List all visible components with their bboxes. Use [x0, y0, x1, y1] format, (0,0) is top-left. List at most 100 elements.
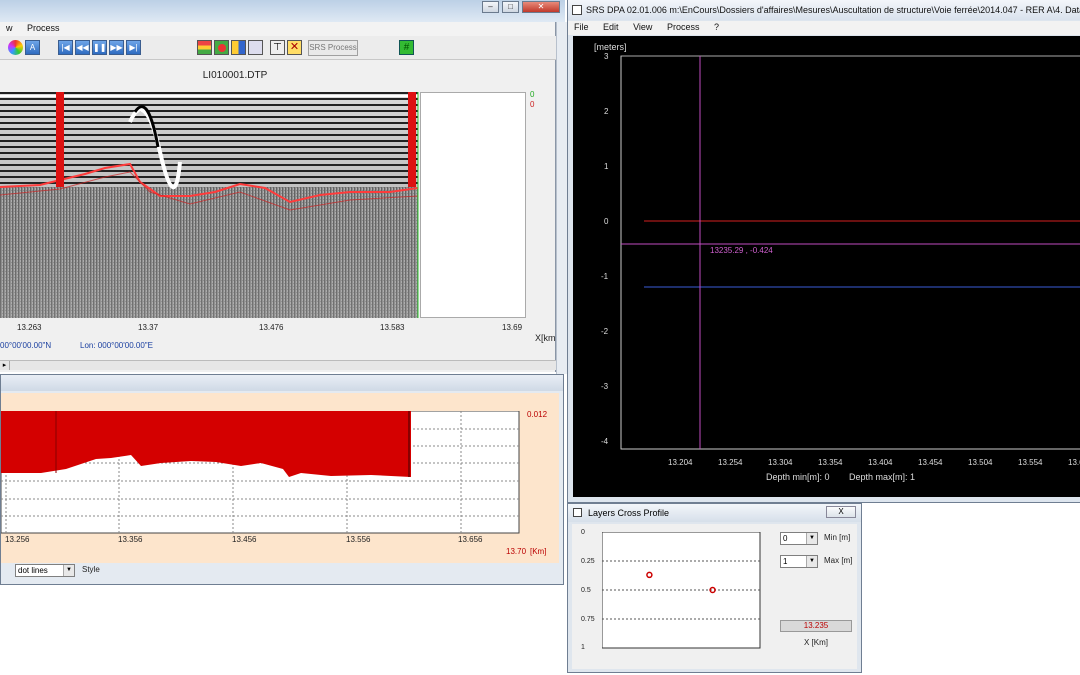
y-tick: 2 — [604, 107, 609, 116]
y-tick: 3 — [604, 52, 609, 61]
close-button[interactable]: ✕ — [522, 1, 560, 13]
dpa-titlebar: SRS DPA 02.01.006 m:\EnCours\Dossiers d'… — [568, 0, 1080, 20]
x-tick: 13.69 — [502, 323, 523, 332]
scale-bottom: 0 — [530, 100, 535, 109]
cross-profile-window: Layers Cross Profile X 0 0.25 0.5 0.75 1… — [567, 503, 862, 673]
last-frame-icon[interactable]: ▶| — [126, 40, 141, 55]
x-position-label: X [Km] — [804, 638, 829, 647]
x-tick: 13.6 — [1068, 458, 1080, 467]
menu-view[interactable]: w — [0, 22, 19, 33]
marker-icon[interactable]: ⊤ — [270, 40, 285, 55]
window-icon — [573, 508, 582, 517]
cursor-readout: 13235.29 , -0.424 — [710, 246, 773, 255]
radargram-toolbar: A |◀ ◀◀ ❚❚ ▶▶ ▶| ⊤ ✕ SRS Process # — [0, 36, 556, 60]
ruler-icon[interactable] — [248, 40, 263, 55]
x-tick: 13.454 — [918, 458, 943, 467]
chevron-down-icon: ▼ — [806, 556, 817, 567]
depth-max-readout: Depth max[m]: 1 — [849, 472, 916, 482]
layer-x-tick: 13.256 — [5, 535, 30, 544]
menu-process[interactable]: Process — [21, 22, 66, 33]
map-icon[interactable] — [214, 40, 229, 55]
radargram-empty-area — [420, 92, 526, 318]
depth-min-readout: Depth min[m]: 0 — [766, 472, 830, 482]
layer-x-tick: 13.656 — [458, 535, 483, 544]
maximize-button[interactable]: □ — [502, 1, 519, 13]
x-tick: 13.583 — [380, 323, 405, 332]
x-tick: 13.476 — [259, 323, 284, 332]
style-select[interactable]: dot lines ▼ — [15, 564, 75, 577]
cross-profile-titlebar: Layers Cross Profile X — [568, 504, 861, 522]
cross-profile-title: Layers Cross Profile — [588, 508, 670, 518]
chevron-down-icon: ▼ — [63, 565, 74, 576]
x-tick: 13.304 — [768, 458, 793, 467]
horizontal-scrollbar[interactable]: ▸ — [0, 360, 556, 370]
x-tick: 13.504 — [968, 458, 993, 467]
layer-x-tick: 13.456 — [232, 535, 257, 544]
layer-profile-window: 0.012 13.256 13.356 13.456 13.556 13.656… — [0, 374, 564, 585]
cp-y-tick: 0.5 — [581, 587, 591, 594]
radargram-window: w Process A |◀ ◀◀ ❚❚ ▶▶ ▶| ⊤ ✕ SRS Proce… — [0, 22, 556, 372]
layer-value-label: 0.012 — [527, 410, 548, 419]
x-position-readout: 13.235 — [780, 620, 852, 632]
scroll-right-arrow-icon[interactable]: ▸ — [0, 361, 10, 370]
cross-profile-close-button[interactable]: X — [826, 506, 856, 518]
dpa-title: SRS DPA 02.01.006 m:\EnCours\Dossiers d'… — [586, 5, 1080, 15]
radargram-menubar: w Process — [0, 22, 555, 36]
first-frame-icon[interactable]: |◀ — [58, 40, 73, 55]
pause-icon[interactable]: ❚❚ — [92, 40, 107, 55]
app-icon — [572, 5, 582, 15]
min-select[interactable]: 0 ▼ — [780, 532, 818, 545]
layer-profile-titlebar — [1, 375, 563, 391]
x-tick: 13.554 — [1018, 458, 1043, 467]
menu-view[interactable]: View — [627, 21, 658, 32]
y-tick: 0 — [604, 217, 609, 226]
menu-edit[interactable]: Edit — [597, 21, 625, 32]
y-tick: -1 — [601, 272, 609, 281]
cp-y-tick: 0 — [581, 529, 585, 536]
max-select[interactable]: 1 ▼ — [780, 555, 818, 568]
cp-y-tick: 0.75 — [581, 616, 595, 623]
layer-x-tick: 13.556 — [346, 535, 371, 544]
x-tick: 13.254 — [718, 458, 743, 467]
dpa-menubar: File Edit View Process ? — [568, 21, 1080, 35]
x-tick: 13.404 — [868, 458, 893, 467]
rewind-icon[interactable]: ◀◀ — [75, 40, 90, 55]
y-tick: -4 — [601, 437, 609, 446]
cp-y-tick: 0.25 — [581, 558, 595, 565]
palette-icon[interactable] — [8, 40, 23, 55]
text-icon[interactable]: A — [25, 40, 40, 55]
x-tick: 13.37 — [138, 323, 159, 332]
layers-color-icon[interactable] — [197, 40, 212, 55]
radargram-image[interactable] — [0, 92, 420, 318]
y-tick: -3 — [601, 382, 609, 391]
depth-icon[interactable] — [231, 40, 246, 55]
layer-profile-chart[interactable] — [1, 411, 521, 535]
forward-icon[interactable]: ▶▶ — [109, 40, 124, 55]
layer-x-tick: 13.356 — [118, 535, 143, 544]
y-tick: -2 — [601, 327, 609, 336]
layer-x-unit: [Km] — [530, 547, 547, 556]
menu-process[interactable]: Process — [661, 21, 706, 32]
grid-icon[interactable]: # — [399, 40, 414, 55]
x-tick: 13.263 — [17, 323, 42, 332]
minimize-button[interactable]: – — [482, 1, 499, 13]
latitude-readout: 00°00'00.00"N — [0, 341, 52, 350]
menu-file[interactable]: File — [568, 21, 595, 32]
chevron-down-icon: ▼ — [806, 533, 817, 544]
srs-process-button[interactable]: SRS Process — [308, 40, 358, 56]
x-axis-label: X[km — [535, 333, 556, 343]
window-gap — [556, 22, 567, 374]
delete-marker-icon[interactable]: ✕ — [287, 40, 302, 55]
dpa-plot-area[interactable]: [meters] 3 2 1 0 -1 -2 -3 -4 13235.29 , … — [573, 36, 1080, 497]
x-tick: 13.354 — [818, 458, 843, 467]
y-tick: 1 — [604, 162, 609, 171]
longitude-readout: Lon: 000°00'00.00"E — [80, 341, 153, 350]
cross-profile-chart[interactable] — [602, 532, 762, 650]
desktop-titlebar-area — [0, 0, 565, 22]
file-title: LI010001.DTP — [202, 70, 268, 81]
x-tick: 13.204 — [668, 458, 693, 467]
min-label: Min [m] — [824, 533, 851, 542]
dpa-window: SRS DPA 02.01.006 m:\EnCours\Dossiers d'… — [567, 0, 1080, 503]
menu-help[interactable]: ? — [708, 21, 725, 32]
max-label: Max [m] — [824, 556, 853, 565]
